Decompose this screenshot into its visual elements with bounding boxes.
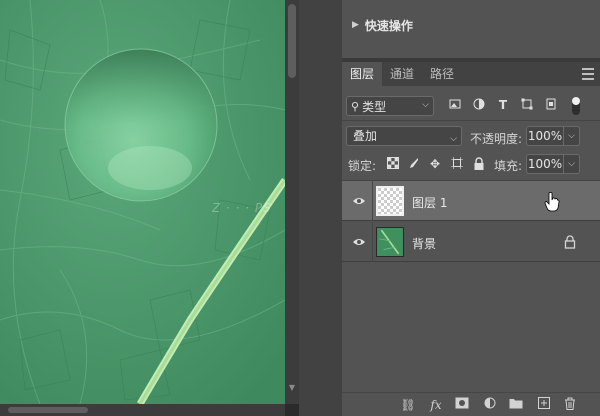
type-filter-icon[interactable]: T	[496, 98, 510, 112]
collapse-chevron-icon[interactable]: ▶	[352, 20, 359, 30]
divider	[372, 181, 373, 221]
lock-position-icon[interactable]: ✥	[428, 157, 442, 171]
visibility-eye-icon[interactable]	[352, 235, 366, 249]
filter-toggle-switch[interactable]	[572, 97, 580, 115]
fill-label: 填充:	[494, 159, 523, 173]
opacity-input[interactable]: 100%	[526, 126, 564, 146]
panel-menu-icon[interactable]	[582, 68, 594, 80]
visibility-eye-icon[interactable]	[352, 194, 366, 208]
panel-tab-bar: 图层 通道 路径	[342, 62, 600, 86]
filter-kind-label: 类型	[362, 99, 387, 114]
lock-all-icon[interactable]	[472, 157, 486, 171]
hand-cursor-icon	[544, 192, 560, 212]
opacity-label: 不透明度:	[470, 132, 523, 146]
divider	[372, 222, 373, 262]
horizontal-scroll-thumb[interactable]	[8, 407, 88, 413]
layer-list: 图层 1 背景	[342, 180, 600, 266]
trash-icon[interactable]	[562, 397, 578, 413]
opacity-dropdown-icon[interactable]: ⌵	[564, 126, 580, 146]
tab-paths[interactable]: 路径	[422, 62, 462, 86]
filter-kind-select[interactable]: ⚲ 类型 ⌵	[346, 96, 434, 116]
divider	[342, 120, 600, 121]
search-icon: ⚲	[351, 99, 360, 113]
fill-input[interactable]: 100%	[526, 154, 564, 174]
lock-transparent-pixels-icon[interactable]	[386, 157, 400, 171]
quick-actions-title: 快速操作	[364, 18, 413, 33]
lock-artboard-icon[interactable]	[450, 157, 464, 171]
chevron-down-icon: ⌵	[450, 134, 457, 144]
scroll-down-arrow-icon[interactable]: ▼	[288, 384, 296, 392]
layer-row-background[interactable]: 背景	[342, 222, 600, 262]
watermark-logo: Z · · · PS	[211, 198, 332, 219]
layer-name[interactable]: 图层 1	[412, 194, 447, 211]
lock-label: 锁定:	[348, 159, 377, 173]
fill-dropdown-icon[interactable]: ⌵	[564, 154, 580, 174]
layer-thumbnail-leaf[interactable]	[376, 227, 404, 257]
blend-row: 叠加 ⌵ 不透明度: 100% ⌵	[342, 124, 600, 148]
layer-name[interactable]: 背景	[412, 235, 436, 252]
image-filter-icon[interactable]	[448, 98, 462, 112]
chevron-down-icon: ⌵	[422, 100, 429, 110]
smart-object-filter-icon[interactable]	[544, 98, 558, 112]
svg-text:Z · · · PS: Z · · · PS	[212, 201, 272, 215]
link-icon[interactable]: ⛓	[400, 397, 416, 413]
new-layer-icon[interactable]	[536, 397, 552, 413]
layer-row-layer-1[interactable]: 图层 1	[342, 181, 600, 221]
mask-icon[interactable]	[454, 397, 470, 413]
fx-icon[interactable]: fx	[428, 397, 444, 413]
shape-filter-icon[interactable]	[520, 98, 534, 112]
vertical-scroll-thumb[interactable]	[288, 4, 296, 78]
tab-layers[interactable]: 图层	[342, 62, 383, 86]
adjustment-icon[interactable]	[482, 397, 498, 413]
lock-row: 锁定: ✥ 填充: 100% ⌵	[342, 152, 600, 176]
layer-locked-icon[interactable]	[564, 235, 576, 249]
blend-mode-value: 叠加	[353, 129, 378, 143]
layer-thumbnail-transparent[interactable]	[376, 186, 404, 216]
adjustment-filter-icon[interactable]	[472, 98, 486, 112]
tab-channels[interactable]: 通道	[382, 62, 422, 86]
layers-bottom-toolbar: ⛓ fx	[342, 392, 600, 416]
quick-actions-header[interactable]: ▶ 快速操作	[352, 16, 413, 34]
layer-filter-row: ⚲ 类型 ⌵ T	[342, 94, 600, 118]
layers-panel: 图层 通道 路径 ⚲ 类型 ⌵ T 叠加 ⌵ 不透明度: 100% ⌵ 锁定: …	[342, 62, 600, 416]
canvas-horizontal-scrollbar[interactable]	[0, 404, 285, 416]
quick-actions-panel: ▶ 快速操作	[342, 0, 600, 58]
group-folder-icon[interactable]	[508, 397, 524, 413]
lock-image-pixels-icon[interactable]	[406, 157, 420, 171]
blend-mode-select[interactable]: 叠加 ⌵	[346, 126, 462, 146]
